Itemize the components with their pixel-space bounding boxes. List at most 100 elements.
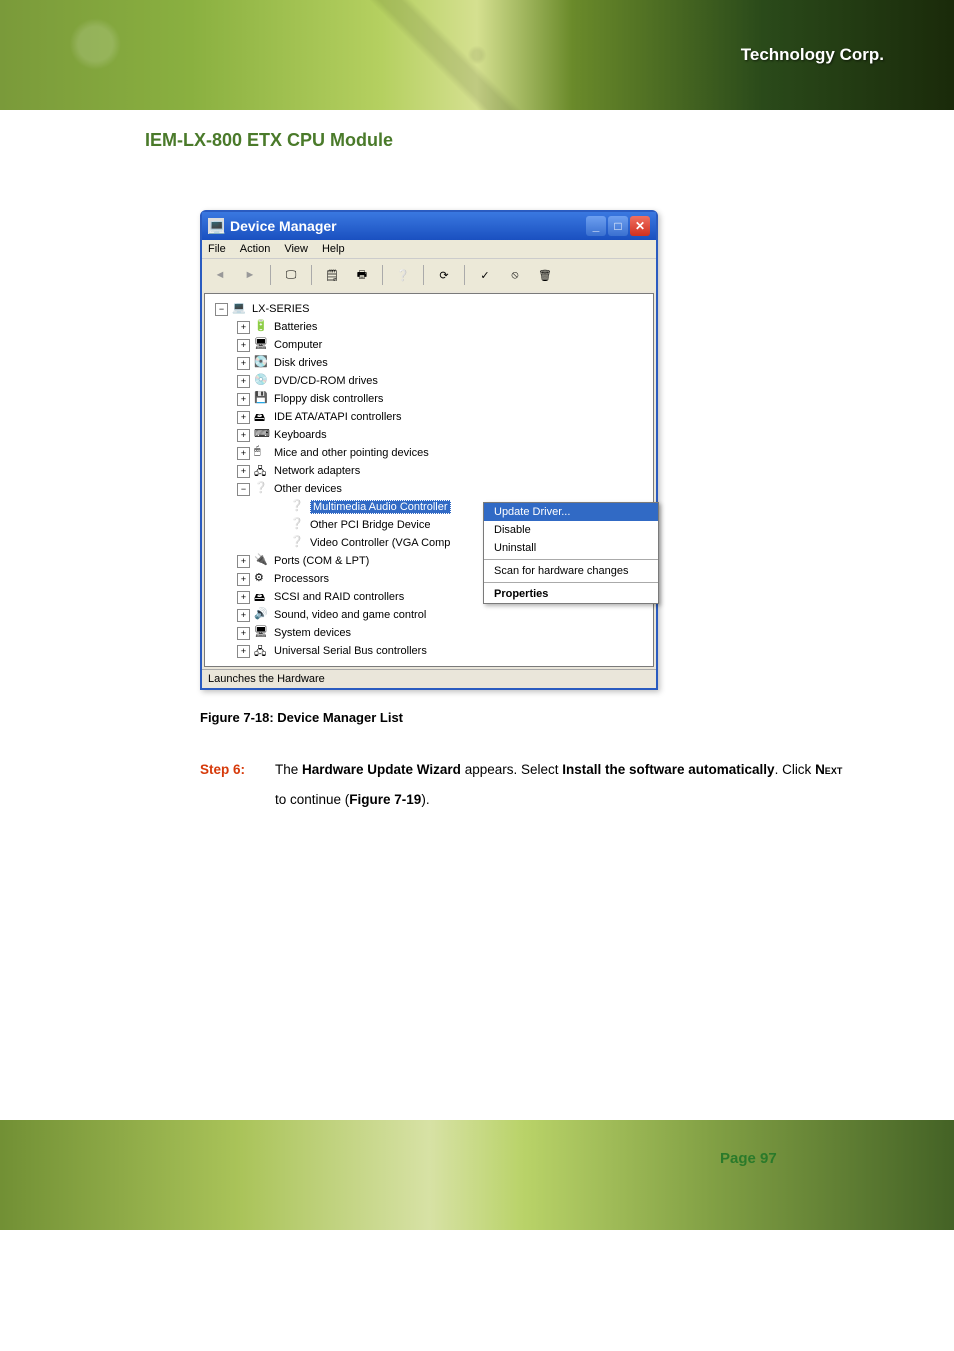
expand-icon[interactable]: +	[237, 465, 250, 478]
tree-item[interactable]: +💾Floppy disk controllers	[237, 390, 649, 408]
expand-icon[interactable]: +	[237, 573, 250, 586]
tree-item[interactable]: +🖥Computer	[237, 336, 649, 354]
expand-icon[interactable]: +	[237, 321, 250, 334]
tree-item-other-devices[interactable]: −❔Other devices	[237, 480, 649, 498]
tree-item-label: Mice and other pointing devices	[274, 447, 429, 459]
disable-icon[interactable]: ⦸	[503, 263, 527, 287]
text: The	[275, 762, 302, 777]
tree-item-label: Multimedia Audio Controller	[310, 500, 451, 514]
expand-icon[interactable]: +	[237, 411, 250, 424]
computer-icon: 💻	[232, 301, 248, 317]
enable-icon[interactable]: ✓	[473, 263, 497, 287]
separator	[311, 265, 312, 285]
tree-item[interactable]: +🖧Network adapters	[237, 462, 649, 480]
separator	[382, 265, 383, 285]
expand-icon[interactable]: +	[237, 339, 250, 352]
tree-item-label: Disk drives	[274, 357, 328, 369]
expand-icon[interactable]: +	[237, 591, 250, 604]
tree-item[interactable]: + 🖴 IDE ATA/ATAPI controllers	[237, 408, 649, 426]
collapse-icon[interactable]: −	[215, 303, 228, 316]
computer-icon: 💻	[208, 218, 224, 234]
tree-item[interactable]: +🖧Universal Serial Bus controllers	[237, 642, 649, 660]
tree-item-label: SCSI and RAID controllers	[274, 591, 404, 603]
tree-item-label: IDE ATA/ATAPI controllers	[274, 411, 402, 423]
step-instruction: Step 6: The Hardware Update Wizard appea…	[200, 755, 850, 814]
network-icon: 🖧	[254, 463, 270, 479]
minimize-button[interactable]: _	[586, 216, 606, 236]
text: . Click	[775, 762, 816, 777]
brand-label: Technology Corp.	[741, 45, 884, 65]
menubar: File Action View Help	[202, 240, 656, 258]
floppy-icon: 💾	[254, 391, 270, 407]
print-icon[interactable]: 🖶	[350, 263, 374, 287]
separator	[270, 265, 271, 285]
tree-item[interactable]: +💽Disk drives	[237, 354, 649, 372]
usb-icon: 🖧	[254, 643, 270, 659]
system-icon: 🖥	[254, 625, 270, 641]
ports-icon: 🔌	[254, 553, 270, 569]
expand-icon[interactable]: +	[237, 375, 250, 388]
back-icon[interactable]: ◄	[208, 263, 232, 287]
menu-help[interactable]: Help	[322, 243, 345, 255]
keyboard-icon: ⌨	[254, 427, 270, 443]
expand-icon[interactable]: +	[237, 393, 250, 406]
tree-item[interactable]: + ⌨ Keyboards	[237, 426, 649, 444]
tree-item[interactable]: +🔋Batteries	[237, 318, 649, 336]
mouse-icon: 🖱	[254, 445, 270, 461]
text-bold: Install the software automatically	[562, 762, 774, 777]
menu-action[interactable]: Action	[240, 243, 271, 255]
help-icon[interactable]: ❔	[391, 263, 415, 287]
scan-icon[interactable]: ⟳	[432, 263, 456, 287]
tree-item[interactable]: +🔊Sound, video and game control	[237, 606, 649, 624]
tree-root[interactable]: − 💻 LX-SERIES	[215, 300, 649, 318]
window-title: Device Manager	[230, 218, 337, 234]
warning-icon: ❔	[290, 535, 306, 551]
processor-icon: ⚙	[254, 571, 270, 587]
text-bold: Next	[815, 762, 842, 777]
tree-root-label: LX-SERIES	[252, 303, 309, 315]
tree-item-label: Sound, video and game control	[274, 609, 426, 621]
view-icon[interactable]: 🖵	[279, 263, 303, 287]
tree-item-label: Video Controller (VGA Comp	[310, 537, 450, 549]
forward-icon[interactable]: ►	[238, 263, 262, 287]
expand-icon[interactable]: +	[237, 555, 250, 568]
window-titlebar[interactable]: 💻 Device Manager _ □ ✕	[202, 212, 656, 240]
context-menu: Update Driver... Disable Uninstall Scan …	[483, 502, 659, 604]
maximize-button[interactable]: □	[608, 216, 628, 236]
tree-item[interactable]: + 🖥 System devices	[237, 624, 649, 642]
expand-icon[interactable]: +	[237, 429, 250, 442]
page-title: IEM-LX-800 ETX CPU Module	[145, 130, 393, 151]
ctx-uninstall[interactable]: Uninstall	[484, 539, 658, 557]
expand-icon[interactable]: +	[237, 609, 250, 622]
tree-item[interactable]: + 🖱 Mice and other pointing devices	[237, 444, 649, 462]
text-bold: Hardware Update Wizard	[302, 762, 461, 777]
uninstall-icon[interactable]: 🗑	[533, 263, 557, 287]
cd-icon: 💿	[254, 373, 270, 389]
ctx-properties[interactable]: Properties	[484, 585, 658, 603]
tree-item[interactable]: + 💿 DVD/CD-ROM drives	[237, 372, 649, 390]
collapse-icon[interactable]: −	[237, 483, 250, 496]
footer-decorative-band	[0, 1120, 954, 1230]
expand-icon[interactable]: +	[237, 357, 250, 370]
computer-icon: 🖥	[254, 337, 270, 353]
menu-file[interactable]: File	[208, 243, 226, 255]
tree-item-label: System devices	[274, 627, 351, 639]
expand-icon[interactable]: +	[237, 447, 250, 460]
tree-item-label: DVD/CD-ROM drives	[274, 375, 378, 387]
ctx-disable[interactable]: Disable	[484, 521, 658, 539]
text-bold: Figure 7-19	[349, 792, 421, 807]
separator	[484, 582, 658, 583]
text: ).	[421, 792, 429, 807]
expand-icon[interactable]: +	[237, 627, 250, 640]
battery-icon: 🔋	[254, 319, 270, 335]
expand-icon[interactable]: +	[237, 645, 250, 658]
close-button[interactable]: ✕	[630, 216, 650, 236]
ide-icon: 🖴	[254, 409, 270, 425]
menu-view[interactable]: View	[284, 243, 308, 255]
ctx-update-driver[interactable]: Update Driver...	[484, 503, 658, 521]
tree-item-label: Keyboards	[274, 429, 327, 441]
ctx-scan[interactable]: Scan for hardware changes	[484, 562, 658, 580]
properties-icon[interactable]: 🗒	[320, 263, 344, 287]
warning-icon: ❔	[290, 517, 306, 533]
toolbar: ◄ ► 🖵 🗒 🖶 ❔ ⟳ ✓ ⦸ 🗑	[202, 258, 656, 291]
